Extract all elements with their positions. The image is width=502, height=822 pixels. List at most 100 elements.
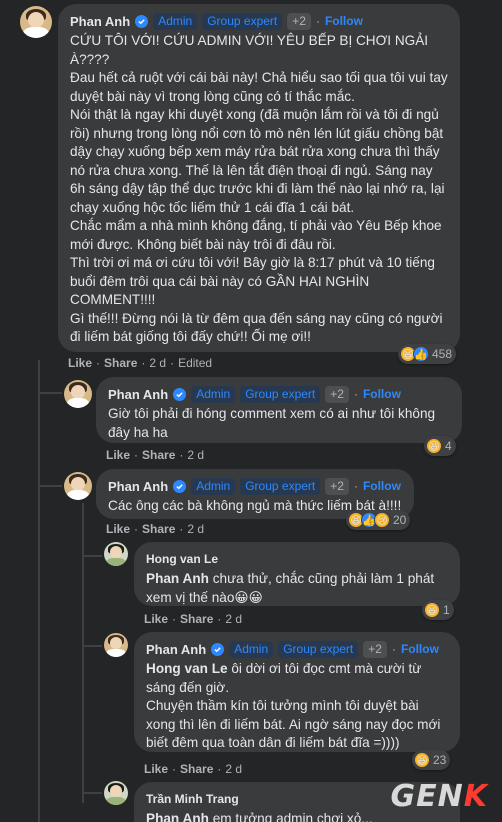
reaction-count: 4 [445, 439, 452, 453]
comment-paragraph: Chắc mẩm a nhà mình không đắng, tí phải … [70, 218, 442, 252]
group-expert-badge[interactable]: Group expert [240, 477, 321, 495]
reaction-summary[interactable]: 😆 👍 😢 20 [346, 510, 411, 530]
timestamp[interactable]: 2 d [225, 762, 242, 776]
thread-connector [82, 792, 102, 794]
comment-paragraph: Đau hết cả ruột với cái bài này! Chả hiể… [70, 70, 448, 104]
comment-author[interactable]: Hong van Le [146, 552, 218, 566]
comment-bubble: Phan Anh Admin Group expert +2 · Follow … [96, 377, 462, 443]
verified-icon [173, 479, 187, 493]
comment-bubble: Hong van Le Phan Anh chưa thử, chắc cũng… [134, 542, 460, 606]
mention-link[interactable]: Hong van Le [146, 661, 228, 676]
admin-badge[interactable]: Admin [191, 477, 236, 495]
follow-button[interactable]: Follow [325, 14, 363, 28]
verified-icon [173, 387, 187, 401]
group-expert-badge[interactable]: Group expert [278, 640, 359, 658]
avatar[interactable] [20, 6, 52, 38]
more-badges[interactable]: +2 [325, 477, 349, 495]
share-action[interactable]: Share [142, 448, 175, 462]
verified-icon [135, 14, 149, 28]
comment-body: em tưởng admin chơi xỏ... [208, 811, 373, 822]
haha-icon: 😆 [426, 438, 442, 454]
separator-dot: · [353, 479, 358, 493]
admin-badge[interactable]: Admin [191, 385, 236, 403]
comment-paragraph: CỨU TÔI VỚI! CỨU ADMIN VỚI! YÊU BẾP BỊ C… [70, 33, 429, 67]
comment-author[interactable]: Phan Anh [108, 387, 168, 402]
avatar[interactable] [64, 380, 92, 408]
sad-icon: 😢 [374, 512, 390, 528]
reaction-summary[interactable]: 😆 4 [424, 436, 456, 456]
comment-author[interactable]: Trần Minh Trang [146, 792, 239, 806]
mention-link[interactable]: Phan Anh [146, 571, 209, 586]
timestamp[interactable]: 2 d [187, 522, 204, 536]
separator-dot: · [353, 387, 358, 401]
comment-paragraph: Chuyện thầm kín tôi tưởng mình tôi duyệt… [146, 698, 441, 750]
like-icon: 👍 [413, 346, 429, 362]
separator-dot: · [391, 642, 396, 656]
group-expert-badge[interactable]: Group expert [202, 12, 283, 30]
like-action[interactable]: Like [106, 522, 130, 536]
follow-button[interactable]: Follow [401, 642, 439, 656]
share-action[interactable]: Share [104, 356, 137, 370]
haha-icon: 😆 [414, 752, 430, 768]
reaction-summary[interactable]: 😆 👍 458 [398, 344, 457, 364]
comment-actions: Like · Share · 2 d [106, 448, 205, 462]
reaction-summary[interactable]: 😆 1 [422, 600, 454, 620]
comment-actions: Like · Share · 2 d [144, 762, 243, 776]
comment-actions: Like · Share · 2 d [106, 522, 205, 536]
comment-paragraph: Thì trời ơi má ơi cứu tôi với! Bây giờ l… [70, 255, 435, 307]
avatar[interactable] [64, 472, 92, 500]
timestamp[interactable]: 2 d [187, 448, 204, 462]
comment-text: Phan Anh chưa thử, chắc cũng phải làm 1 … [146, 570, 448, 607]
comment-author[interactable]: Phan Anh [108, 479, 168, 494]
reaction-count: 20 [393, 513, 407, 527]
verified-icon [211, 642, 225, 656]
comment-actions: Like · Share · 2 d [144, 612, 243, 626]
avatar[interactable] [104, 542, 128, 566]
like-action[interactable]: Like [106, 448, 130, 462]
edited-label: Edited [178, 356, 213, 370]
watermark-k: K [463, 779, 488, 814]
timestamp[interactable]: 2 d [225, 612, 242, 626]
watermark-text: GEN [390, 779, 464, 814]
reaction-count: 23 [433, 753, 447, 767]
comment-text: Giờ tôi phải đi hóng comment xem có ai n… [108, 406, 436, 440]
thread-connector [38, 485, 62, 487]
follow-button[interactable]: Follow [363, 387, 401, 401]
admin-badge[interactable]: Admin [229, 640, 274, 658]
genk-watermark: GENK [391, 779, 488, 814]
separator-dot: · [315, 14, 320, 28]
reaction-count: 458 [432, 347, 453, 361]
thread-connector [82, 645, 102, 647]
thread-connector [38, 392, 62, 394]
comment-actions: Like · Share · 2 d · Edited [68, 356, 213, 370]
comment-author[interactable]: Phan Anh [146, 642, 206, 657]
comment-paragraph: Gì thế!!! Đừng nói là từ đêm qua đến sán… [70, 310, 443, 345]
admin-badge[interactable]: Admin [153, 12, 198, 30]
avatar[interactable] [104, 781, 128, 805]
reaction-summary[interactable]: 😆 23 [412, 750, 451, 770]
more-badges[interactable]: +2 [325, 385, 349, 403]
thread-connector [82, 555, 102, 557]
mention-link[interactable]: Phan Anh [146, 811, 209, 822]
thread-line [38, 360, 40, 822]
more-badges[interactable]: +2 [287, 12, 311, 30]
more-badges[interactable]: +2 [363, 640, 387, 658]
like-action[interactable]: Like [144, 762, 168, 776]
comment-paragraph: Nói thật là ngay khi duyệt xong (đã muộn… [70, 107, 445, 215]
comment-bubble: Phan Anh Admin Group expert +2 · Follow … [134, 632, 460, 752]
like-action[interactable]: Like [68, 356, 92, 370]
timestamp[interactable]: 2 d [149, 356, 166, 370]
share-action[interactable]: Share [180, 762, 213, 776]
group-expert-badge[interactable]: Group expert [240, 385, 321, 403]
share-action[interactable]: Share [180, 612, 213, 626]
thread-line [82, 503, 84, 803]
reaction-count: 1 [443, 603, 450, 617]
like-action[interactable]: Like [144, 612, 168, 626]
avatar[interactable] [104, 633, 128, 657]
comment-bubble: Phan Anh Admin Group expert +2 · Follow … [58, 4, 460, 352]
comment-text: Hong van Le ôi dời ơi tôi đọc cmt mà cườ… [146, 660, 448, 753]
haha-icon: 😆 [424, 602, 440, 618]
share-action[interactable]: Share [142, 522, 175, 536]
comment-author[interactable]: Phan Anh [70, 14, 130, 29]
follow-button[interactable]: Follow [363, 479, 401, 493]
